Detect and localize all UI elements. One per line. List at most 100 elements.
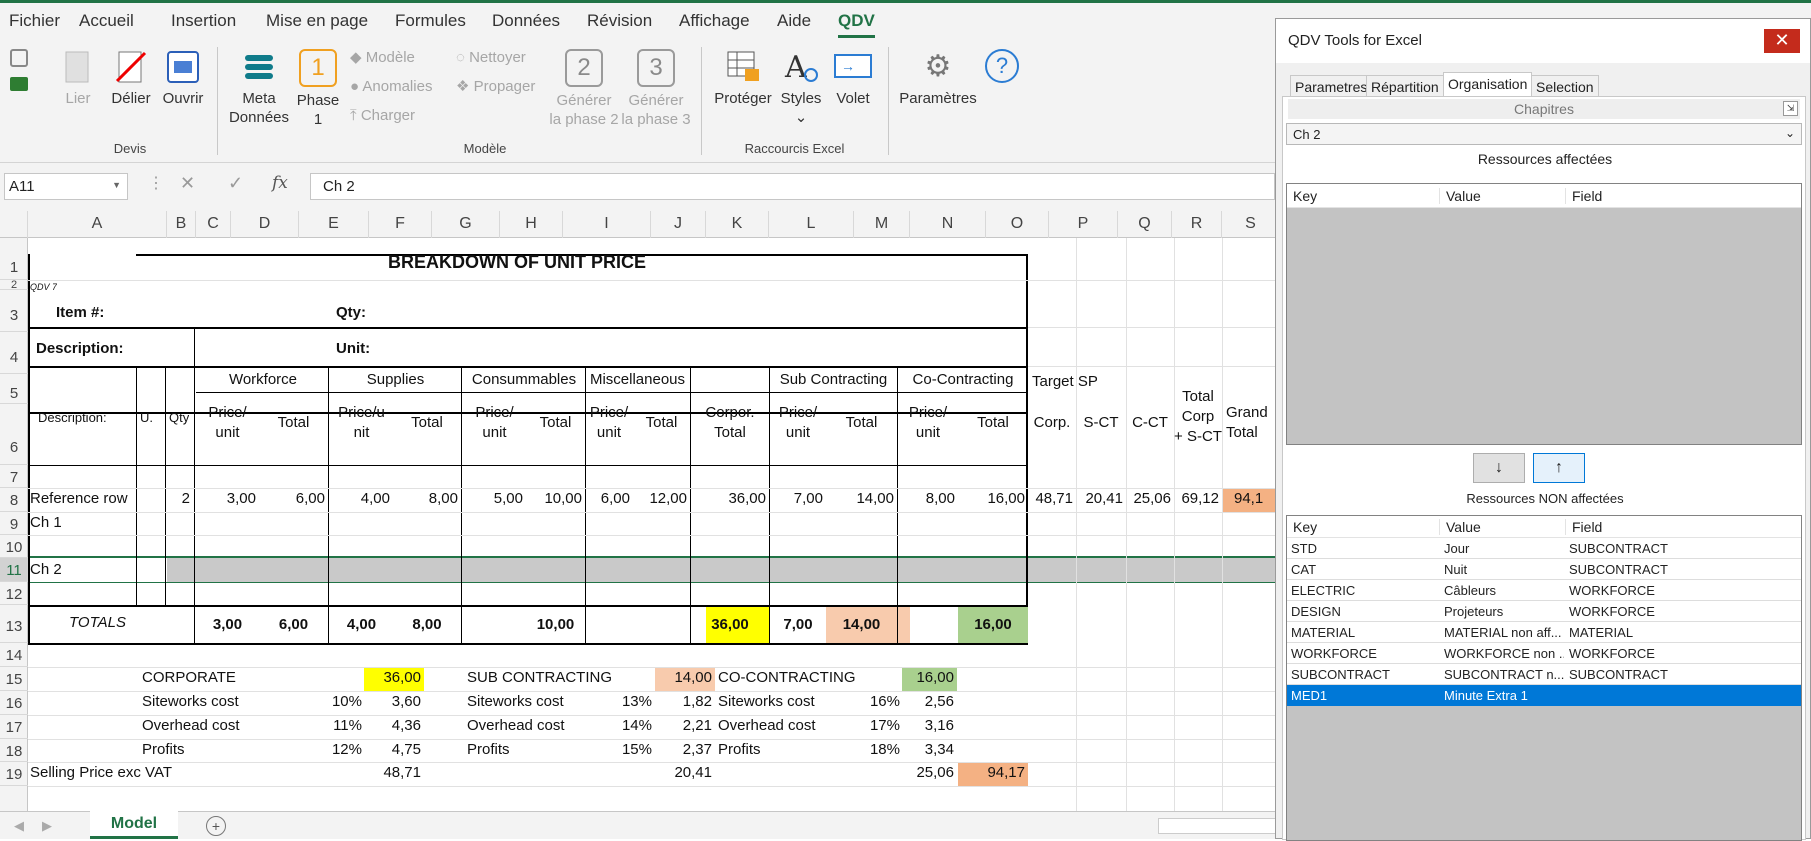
subcontracting-value[interactable]: 14,00 xyxy=(655,669,715,686)
tab-qdv[interactable]: QDV xyxy=(838,11,875,38)
cell-value[interactable]: 2 xyxy=(165,490,194,507)
column-header[interactable]: N xyxy=(910,211,986,238)
cell-value[interactable]: 2,37 xyxy=(655,741,715,758)
scroll-left-icon[interactable]: ◀ xyxy=(14,818,24,834)
list-item[interactable]: SUBCONTRACT SUBCONTRACT n... SUBCONTRACT xyxy=(1287,664,1801,685)
column-header[interactable]: A xyxy=(28,211,167,238)
function-icon[interactable]: fx xyxy=(272,173,288,193)
percent-value[interactable]: 10% xyxy=(308,693,362,710)
cocontracting-value[interactable]: 16,00 xyxy=(902,669,957,686)
column-header[interactable]: P xyxy=(1049,211,1118,238)
row-header[interactable]: 18 xyxy=(0,739,28,762)
header-corpor-total[interactable]: Total xyxy=(691,424,769,441)
percent-value[interactable]: 14% xyxy=(598,717,652,734)
generer-phase-3-button[interactable]: 3 Générer la phase 3 xyxy=(620,49,692,129)
parametres-button[interactable]: ⚙ Paramètres xyxy=(896,49,980,108)
cell-value[interactable]: 20,41 xyxy=(1076,490,1126,507)
row-header[interactable]: 2 xyxy=(0,280,28,291)
row-header[interactable]: 10 xyxy=(0,535,28,558)
total-value[interactable]: 36,00 xyxy=(691,616,769,633)
propager-button[interactable]: ❖ Propager xyxy=(456,78,535,96)
row-header[interactable]: 19 xyxy=(0,762,28,786)
qty-label[interactable]: Qty: xyxy=(336,304,366,321)
header-miscellaneous[interactable]: Miscellaneous xyxy=(585,371,690,388)
header-consummables[interactable]: Consummables xyxy=(463,371,585,388)
volet-button[interactable]: → Volet xyxy=(828,49,878,108)
header-workforce[interactable]: Workforce xyxy=(198,371,328,388)
selling-price-label[interactable]: Selling Price exc VAT xyxy=(30,764,172,781)
cell-value[interactable]: 6,00 xyxy=(585,490,633,507)
tab-repartition[interactable]: Répartition xyxy=(1366,75,1444,97)
chapter-2-label[interactable]: Ch 2 xyxy=(30,561,62,578)
corporate-label[interactable]: CORPORATE xyxy=(142,669,236,686)
percent-value[interactable]: 13% xyxy=(598,693,652,710)
column-field[interactable]: Field xyxy=(1565,188,1602,204)
header-unit-word[interactable]: unit xyxy=(196,424,259,441)
list-item[interactable]: MATERIAL MATERIAL non aff... MATERIAL xyxy=(1287,622,1801,643)
nettoyer-button[interactable]: ◌ Nettoyer xyxy=(456,49,526,67)
corporate-value[interactable]: 36,00 xyxy=(364,669,424,686)
cell-value[interactable]: 20,41 xyxy=(655,764,715,781)
column-header[interactable]: G xyxy=(432,211,500,238)
column-header[interactable]: D xyxy=(231,211,299,238)
row-header[interactable]: 9 xyxy=(0,512,28,535)
header-price[interactable]: Price/ xyxy=(196,404,259,421)
close-icon[interactable]: ✕ xyxy=(1764,29,1800,53)
cell-value[interactable]: 5,00 xyxy=(463,490,526,507)
list-item[interactable]: WORKFORCE WORKFORCE non ... WORKFORCE xyxy=(1287,643,1801,664)
cell-value[interactable]: 3,16 xyxy=(902,717,957,734)
move-down-button[interactable]: ↓ xyxy=(1473,453,1525,483)
column-key[interactable]: Key xyxy=(1293,519,1317,535)
total-value[interactable]: 10,00 xyxy=(526,616,585,633)
column-header[interactable]: S xyxy=(1222,211,1280,238)
percent-value[interactable]: 11% xyxy=(308,717,362,734)
cell-value[interactable]: 3,00 xyxy=(196,490,259,507)
anomalies-button[interactable]: ● Anomalies xyxy=(350,78,432,96)
header-supplies[interactable]: Supplies xyxy=(330,371,461,388)
description-label[interactable]: Description: xyxy=(36,340,124,357)
siteworks-label[interactable]: Siteworks cost xyxy=(718,693,815,710)
cell-value[interactable]: 2,21 xyxy=(655,717,715,734)
row-header[interactable]: 17 xyxy=(0,715,28,739)
header-co-contracting[interactable]: Co-Contracting xyxy=(898,371,1028,388)
cell-value[interactable]: 3,34 xyxy=(902,741,957,758)
phase-1-button[interactable]: 1 Phase 1 xyxy=(296,49,340,129)
column-value[interactable]: Value xyxy=(1439,519,1481,535)
tab-formules[interactable]: Formules xyxy=(395,11,466,31)
total-value[interactable]: 4,00 xyxy=(330,616,393,633)
select-all-corner[interactable] xyxy=(0,211,28,238)
cell-value[interactable]: 2,56 xyxy=(902,693,957,710)
column-key[interactable]: Key xyxy=(1293,188,1317,204)
chevron-down-icon[interactable]: ▼ xyxy=(112,180,121,190)
header-total-corp[interactable]: Corp xyxy=(1174,408,1222,425)
siteworks-label[interactable]: Siteworks cost xyxy=(467,693,564,710)
tab-selection[interactable]: Selection xyxy=(1531,75,1599,97)
move-up-button[interactable]: ↑ xyxy=(1533,453,1585,483)
header-price[interactable]: Price/ xyxy=(463,404,526,421)
list-item[interactable]: STD Jour SUBCONTRACT xyxy=(1287,538,1801,559)
cell-value[interactable]: 36,00 xyxy=(691,490,769,507)
profits-label[interactable]: Profits xyxy=(142,741,185,758)
profits-label[interactable]: Profits xyxy=(718,741,761,758)
header-unit[interactable]: U. xyxy=(140,410,153,425)
cell-value[interactable]: 6,00 xyxy=(259,490,328,507)
invader-icon[interactable] xyxy=(10,77,28,91)
header-unit-word[interactable]: nit xyxy=(330,424,393,441)
percent-value[interactable]: 17% xyxy=(846,717,900,734)
percent-value[interactable]: 16% xyxy=(846,693,900,710)
row-header[interactable]: 14 xyxy=(0,643,28,667)
tab-mise-en-page[interactable]: Mise en page xyxy=(266,11,368,31)
row-header[interactable]: 11 xyxy=(0,558,28,582)
proteger-button[interactable]: Protéger xyxy=(712,49,774,108)
total-value[interactable]: 14,00 xyxy=(826,616,897,633)
name-box[interactable]: A11 ▼ xyxy=(4,173,128,200)
overhead-label[interactable]: Overhead cost xyxy=(718,717,816,734)
column-header[interactable]: B xyxy=(167,211,196,238)
column-header[interactable]: J xyxy=(651,211,706,238)
column-header[interactable]: K xyxy=(706,211,769,238)
cell-value[interactable]: 16,00 xyxy=(958,490,1028,507)
cell-value[interactable]: 4,75 xyxy=(364,741,424,758)
header-total[interactable]: Total xyxy=(826,414,897,431)
tab-parametres[interactable]: Parametres xyxy=(1290,75,1373,97)
ouvrir-button[interactable]: Ouvrir xyxy=(160,49,206,108)
